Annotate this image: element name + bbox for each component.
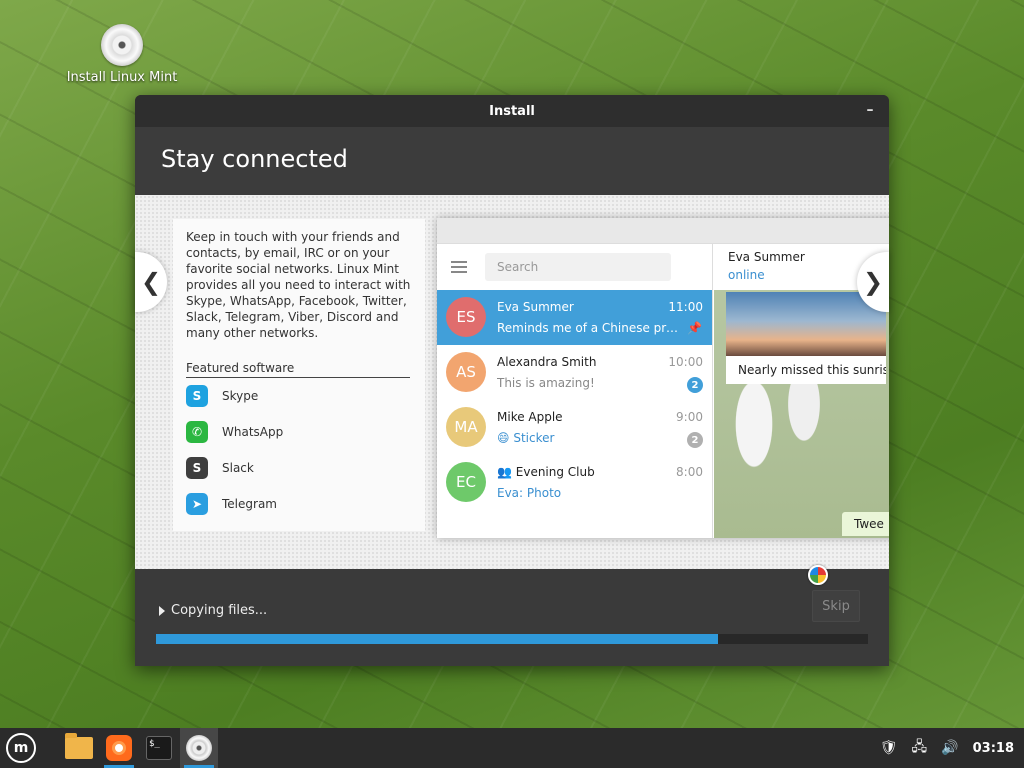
- taskbar: m $_ 🛡 🖧 🔊 03:18: [0, 728, 1024, 768]
- slide-header: Stay connected: [135, 127, 889, 195]
- featured-label: Skype: [222, 389, 259, 403]
- desktop-icon-install[interactable]: Install Linux Mint: [62, 22, 182, 85]
- avatar: EC: [446, 462, 486, 502]
- unread-badge: 2: [687, 432, 703, 448]
- telegram-screenshot: Search ES Eva Summer 11:00 Reminds me of…: [437, 218, 889, 538]
- expander-arrow-icon: [159, 605, 165, 616]
- minimize-button[interactable]: –: [861, 101, 879, 119]
- files-icon: [65, 733, 93, 759]
- chat-message: This is amazing!: [497, 376, 595, 390]
- tg-chat-list: Search ES Eva Summer 11:00 Reminds me of…: [437, 244, 713, 538]
- tg-chat-item: ES Eva Summer 11:00 Reminds me of a Chin…: [437, 290, 712, 345]
- chat-name: Mike Apple: [497, 410, 563, 424]
- featured-slack: S Slack: [186, 450, 411, 486]
- chat-name: Eva Summer: [497, 300, 574, 314]
- slide-title: Stay connected: [161, 145, 348, 173]
- featured-whatsapp: ✆ WhatsApp: [186, 414, 411, 450]
- clock[interactable]: 03:18: [973, 741, 1014, 756]
- titlebar: Install –: [135, 95, 889, 127]
- chat-time: 10:00: [668, 355, 703, 369]
- text-panel: Keep in touch with your friends and cont…: [173, 219, 425, 531]
- color-picker-icon: [808, 565, 828, 585]
- slide-description: Keep in touch with your friends and cont…: [186, 230, 411, 340]
- featured-label: Slack: [222, 461, 254, 475]
- slideshow: Keep in touch with your friends and cont…: [135, 195, 889, 569]
- featured-label: Telegram: [222, 497, 277, 511]
- message-bubble: Nearly missed this sunrise: [726, 356, 886, 384]
- mint-menu-icon: m: [6, 733, 36, 763]
- network-icon[interactable]: 🖧: [912, 736, 928, 760]
- installer-taskbar-item[interactable]: [180, 728, 218, 768]
- progress-bar: [156, 634, 868, 644]
- chat-name: 👥 Evening Club: [497, 465, 595, 479]
- desktop-icon-label: Install Linux Mint: [66, 70, 178, 85]
- slack-icon: S: [186, 457, 208, 479]
- installer-window: Install – Stay connected Keep in touch w…: [135, 95, 889, 666]
- files-launcher[interactable]: [60, 728, 98, 768]
- window-title: Install: [489, 103, 535, 119]
- firefox-launcher[interactable]: [100, 728, 138, 768]
- volume-icon[interactable]: 🔊: [941, 740, 958, 756]
- shield-icon[interactable]: 🛡: [880, 740, 898, 756]
- featured-skype: S Skype: [186, 378, 411, 414]
- chat-time: 9:00: [676, 410, 703, 424]
- system-tray: 🛡 🖧 🔊 03:18: [880, 728, 1014, 768]
- avatar: MA: [446, 407, 486, 447]
- firefox-icon: [106, 735, 132, 761]
- chat-time: 11:00: [668, 300, 703, 314]
- tg-chat-item: AS Alexandra Smith 10:00 This is amazing…: [437, 345, 712, 400]
- disc-icon: [101, 24, 143, 66]
- status-expander[interactable]: Copying files...: [159, 603, 267, 618]
- featured-label: WhatsApp: [222, 425, 284, 439]
- hamburger-icon: [451, 261, 467, 273]
- chat-name: Alexandra Smith: [497, 355, 597, 369]
- installer-icon: [186, 735, 212, 761]
- wallpaper-flower: [714, 384, 874, 514]
- avatar: AS: [446, 352, 486, 392]
- install-progress-area: Copying files... Skip: [135, 569, 889, 666]
- skip-button[interactable]: Skip: [812, 590, 860, 622]
- tg-search-input: Search: [485, 253, 671, 281]
- tg-chat-item: EC 👥 Evening Club 8:00 Eva: Photo: [437, 455, 712, 510]
- chat-message: 😄 Sticker: [497, 431, 555, 445]
- chat-message: Eva: Photo: [497, 486, 562, 500]
- unread-badge: 2: [687, 377, 703, 393]
- terminal-launcher[interactable]: $_: [140, 728, 178, 768]
- telegram-icon: ➤: [186, 493, 208, 515]
- whatsapp-icon: ✆: [186, 421, 208, 443]
- progress-fill: [156, 634, 719, 644]
- featured-title: Featured software: [186, 361, 410, 378]
- chat-time: 8:00: [676, 465, 703, 479]
- tg-chat-item: MA Mike Apple 9:00 😄 Sticker 2: [437, 400, 712, 455]
- sunrise-photo: [726, 292, 886, 356]
- menu-button[interactable]: m: [2, 728, 40, 768]
- message-bubble-outgoing: Twee: [842, 512, 889, 536]
- status-text: Copying files...: [171, 603, 268, 618]
- skype-icon: S: [186, 385, 208, 407]
- avatar: ES: [446, 297, 486, 337]
- featured-telegram: ➤ Telegram: [186, 486, 411, 522]
- terminal-icon: $_: [146, 736, 172, 760]
- pin-icon: 📌: [687, 321, 702, 335]
- tg-search-row: Search: [437, 244, 712, 290]
- tg-titlebar: [437, 218, 889, 244]
- chat-message: Reminds me of a Chinese proverb...: [497, 321, 682, 335]
